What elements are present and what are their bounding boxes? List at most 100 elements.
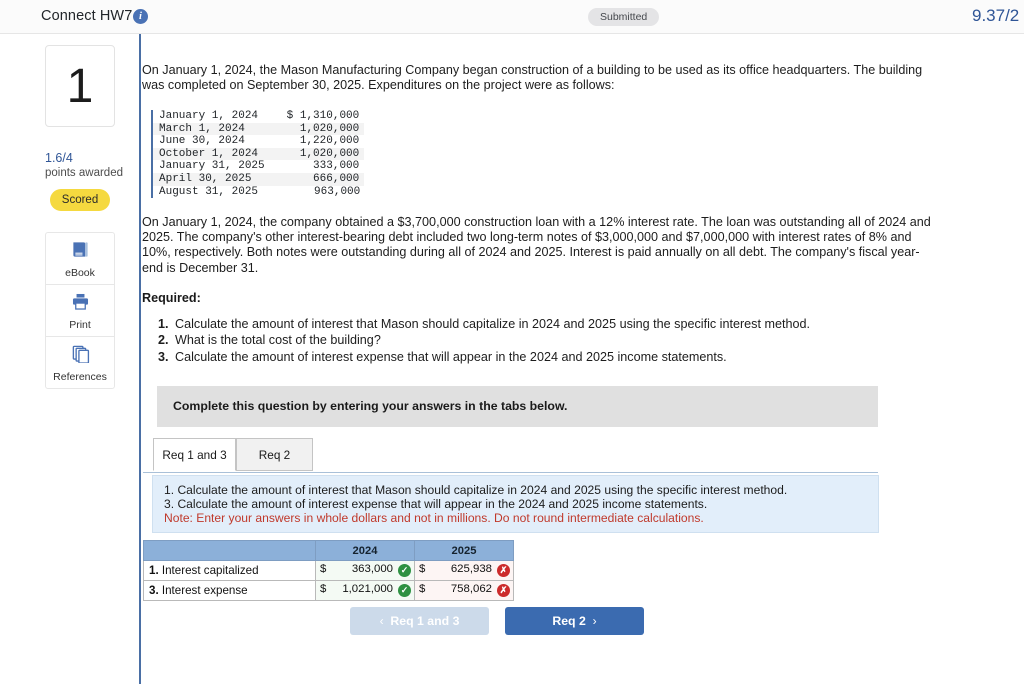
expenditure-amount: 666,000 [265, 173, 365, 186]
x-icon: ✗ [497, 584, 510, 597]
answer-value: 625,938 [450, 563, 492, 575]
expenditure-amount: $ 1,310,000 [265, 110, 365, 123]
question-number: 1 [66, 60, 94, 113]
currency-symbol: $ [419, 563, 426, 575]
amount-value: 1,020,000 [299, 147, 360, 160]
currency-symbol: $ [419, 583, 426, 595]
row-label-interest-capitalized: 1. Interest capitalized [143, 560, 316, 581]
next-req-button[interactable]: Req 2 › [505, 607, 644, 635]
sidebar-item-references-label: References [53, 371, 107, 383]
points-awarded-label: points awarded [45, 167, 123, 179]
page-title: Connect HW7 [41, 8, 133, 24]
expenditure-amount: 1,020,000 [265, 148, 365, 161]
list-item: Calculate the amount of interest that Ma… [172, 316, 932, 332]
x-icon: ✗ [497, 564, 510, 577]
row-number: 3. [149, 584, 159, 597]
copy-pages-icon [46, 344, 114, 364]
required-list: Calculate the amount of interest that Ma… [142, 316, 932, 365]
currency-symbol: $ [286, 110, 294, 122]
expenditure-date: January 31, 2025 [159, 160, 265, 173]
row-number: 1. [149, 564, 159, 577]
expenditure-date: June 30, 2024 [159, 135, 245, 148]
amount-value: 666,000 [313, 172, 360, 185]
sidebar-item-print-label: Print [69, 319, 91, 331]
row-label-text: Interest expense [158, 584, 248, 597]
prev-req-button-label: Req 1 and 3 [390, 614, 460, 628]
currency-symbol: $ [320, 583, 327, 595]
expenditures-table: January 1, 2024 $ 1,310,000 March 1, 202… [151, 110, 365, 199]
answer-value: 758,062 [450, 583, 492, 595]
tab-req-2[interactable]: Req 2 [236, 438, 313, 471]
list-item: Calculate the amount of interest expense… [172, 349, 932, 365]
table-row: August 31, 2025 963,000 [152, 186, 364, 199]
required-heading: Required: [142, 291, 201, 305]
answer-table: 2024 2025 1. Interest capitalized $ 363,… [143, 540, 514, 601]
sidebar-item-ebook[interactable]: eBook [46, 233, 114, 285]
column-header-2024: 2024 [315, 540, 415, 561]
printer-icon [46, 292, 114, 312]
sidebar-item-print[interactable]: Print [46, 285, 114, 337]
sidebar-item-ebook-label: eBook [65, 267, 95, 279]
complete-question-banner: Complete this question by entering your … [157, 386, 878, 427]
score-display: 9.37/2 [972, 6, 1020, 25]
expenditure-amount: 963,000 [265, 186, 365, 199]
next-req-button-label: Req 2 [552, 614, 586, 628]
answer-tabstrip: Req 1 and 3 Req 2 [143, 438, 878, 473]
amount-value: 333,000 [313, 160, 360, 173]
table-row: 3. Interest expense $ 1,021,000 ✓ $ 758,… [143, 580, 514, 601]
top-header-bar: Connect HW7 i Submitted 9.37/2 [0, 0, 1024, 34]
list-item: What is the total cost of the building? [172, 332, 932, 348]
check-icon: ✓ [398, 584, 411, 597]
answer-cell-2024-row1[interactable]: $ 363,000 ✓ [315, 560, 415, 581]
question-paragraph-2: On January 1, 2024, the company obtained… [142, 215, 931, 275]
table-row: 1. Interest capitalized $ 363,000 ✓ $ 62… [143, 560, 514, 581]
left-sidebar: 1 1.6/4 points awarded Scored eBook Prin… [0, 34, 139, 684]
chevron-right-icon: › [592, 614, 597, 628]
sidebar-tool-stack: eBook Print References [45, 232, 115, 389]
table-row: January 1, 2024 $ 1,310,000 [152, 110, 364, 123]
column-header-2025: 2025 [414, 540, 514, 561]
currency-symbol: $ [320, 563, 327, 575]
status-badge: Submitted [588, 8, 660, 26]
points-awarded-value: 1.6/4 [45, 151, 73, 165]
answer-value: 363,000 [351, 563, 393, 575]
expenditure-amount: 1,220,000 [265, 135, 365, 148]
answer-cell-2025-row1[interactable]: $ 625,938 ✗ [414, 560, 514, 581]
info-icon[interactable]: i [133, 9, 148, 24]
row-label-interest-expense: 3. Interest expense [143, 580, 316, 601]
check-icon: ✓ [398, 564, 411, 577]
table-row: June 30, 2024 1,220,000 [152, 135, 364, 148]
answer-table-header-row: 2024 2025 [143, 540, 514, 561]
question-number-box[interactable]: 1 [45, 45, 115, 127]
expenditure-date: March 1, 2024 [159, 122, 245, 135]
instruction-line-2: 3. Calculate the amount of interest expe… [164, 497, 708, 511]
tab-req-1-and-3[interactable]: Req 1 and 3 [153, 438, 236, 471]
table-row: October 1, 2024 1,020,000 [152, 147, 365, 161]
expenditure-amount: 1,020,000 [265, 123, 365, 136]
expenditure-amount: 333,000 [265, 160, 365, 173]
prev-req-button[interactable]: ‹ Req 1 and 3 [350, 607, 489, 635]
chevron-left-icon: ‹ [379, 614, 384, 628]
row-label-text: Interest capitalized [158, 564, 259, 577]
book-icon [46, 240, 114, 260]
answer-cell-2024-row2[interactable]: $ 1,021,000 ✓ [315, 580, 415, 601]
table-row: March 1, 2024 1,020,000 [152, 122, 365, 136]
scored-badge: Scored [50, 189, 110, 211]
amount-value: 1,020,000 [299, 122, 360, 135]
expenditure-date: October 1, 2024 [159, 147, 259, 160]
sidebar-item-references[interactable]: References [46, 337, 114, 388]
expenditure-date: August 31, 2025 [159, 185, 259, 198]
instructions-panel: 1. Calculate the amount of interest that… [152, 475, 879, 533]
column-header-blank [143, 540, 316, 561]
table-row: April 30, 2025 666,000 [152, 172, 365, 186]
answer-cell-2025-row2[interactable]: $ 758,062 ✗ [414, 580, 514, 601]
amount-value: 963,000 [314, 185, 361, 198]
question-paragraph-1: On January 1, 2024, the Mason Manufactur… [142, 63, 923, 93]
amount-value: 1,310,000 [299, 110, 360, 122]
table-row: January 31, 2025 333,000 [152, 160, 364, 173]
amount-value: 1,220,000 [299, 135, 360, 148]
instruction-line-1: 1. Calculate the amount of interest that… [164, 483, 788, 497]
instruction-note: Note: Enter your answers in whole dollar… [164, 511, 704, 525]
complete-question-banner-text: Complete this question by entering your … [173, 399, 568, 413]
expenditure-date: January 1, 2024 [159, 110, 259, 122]
